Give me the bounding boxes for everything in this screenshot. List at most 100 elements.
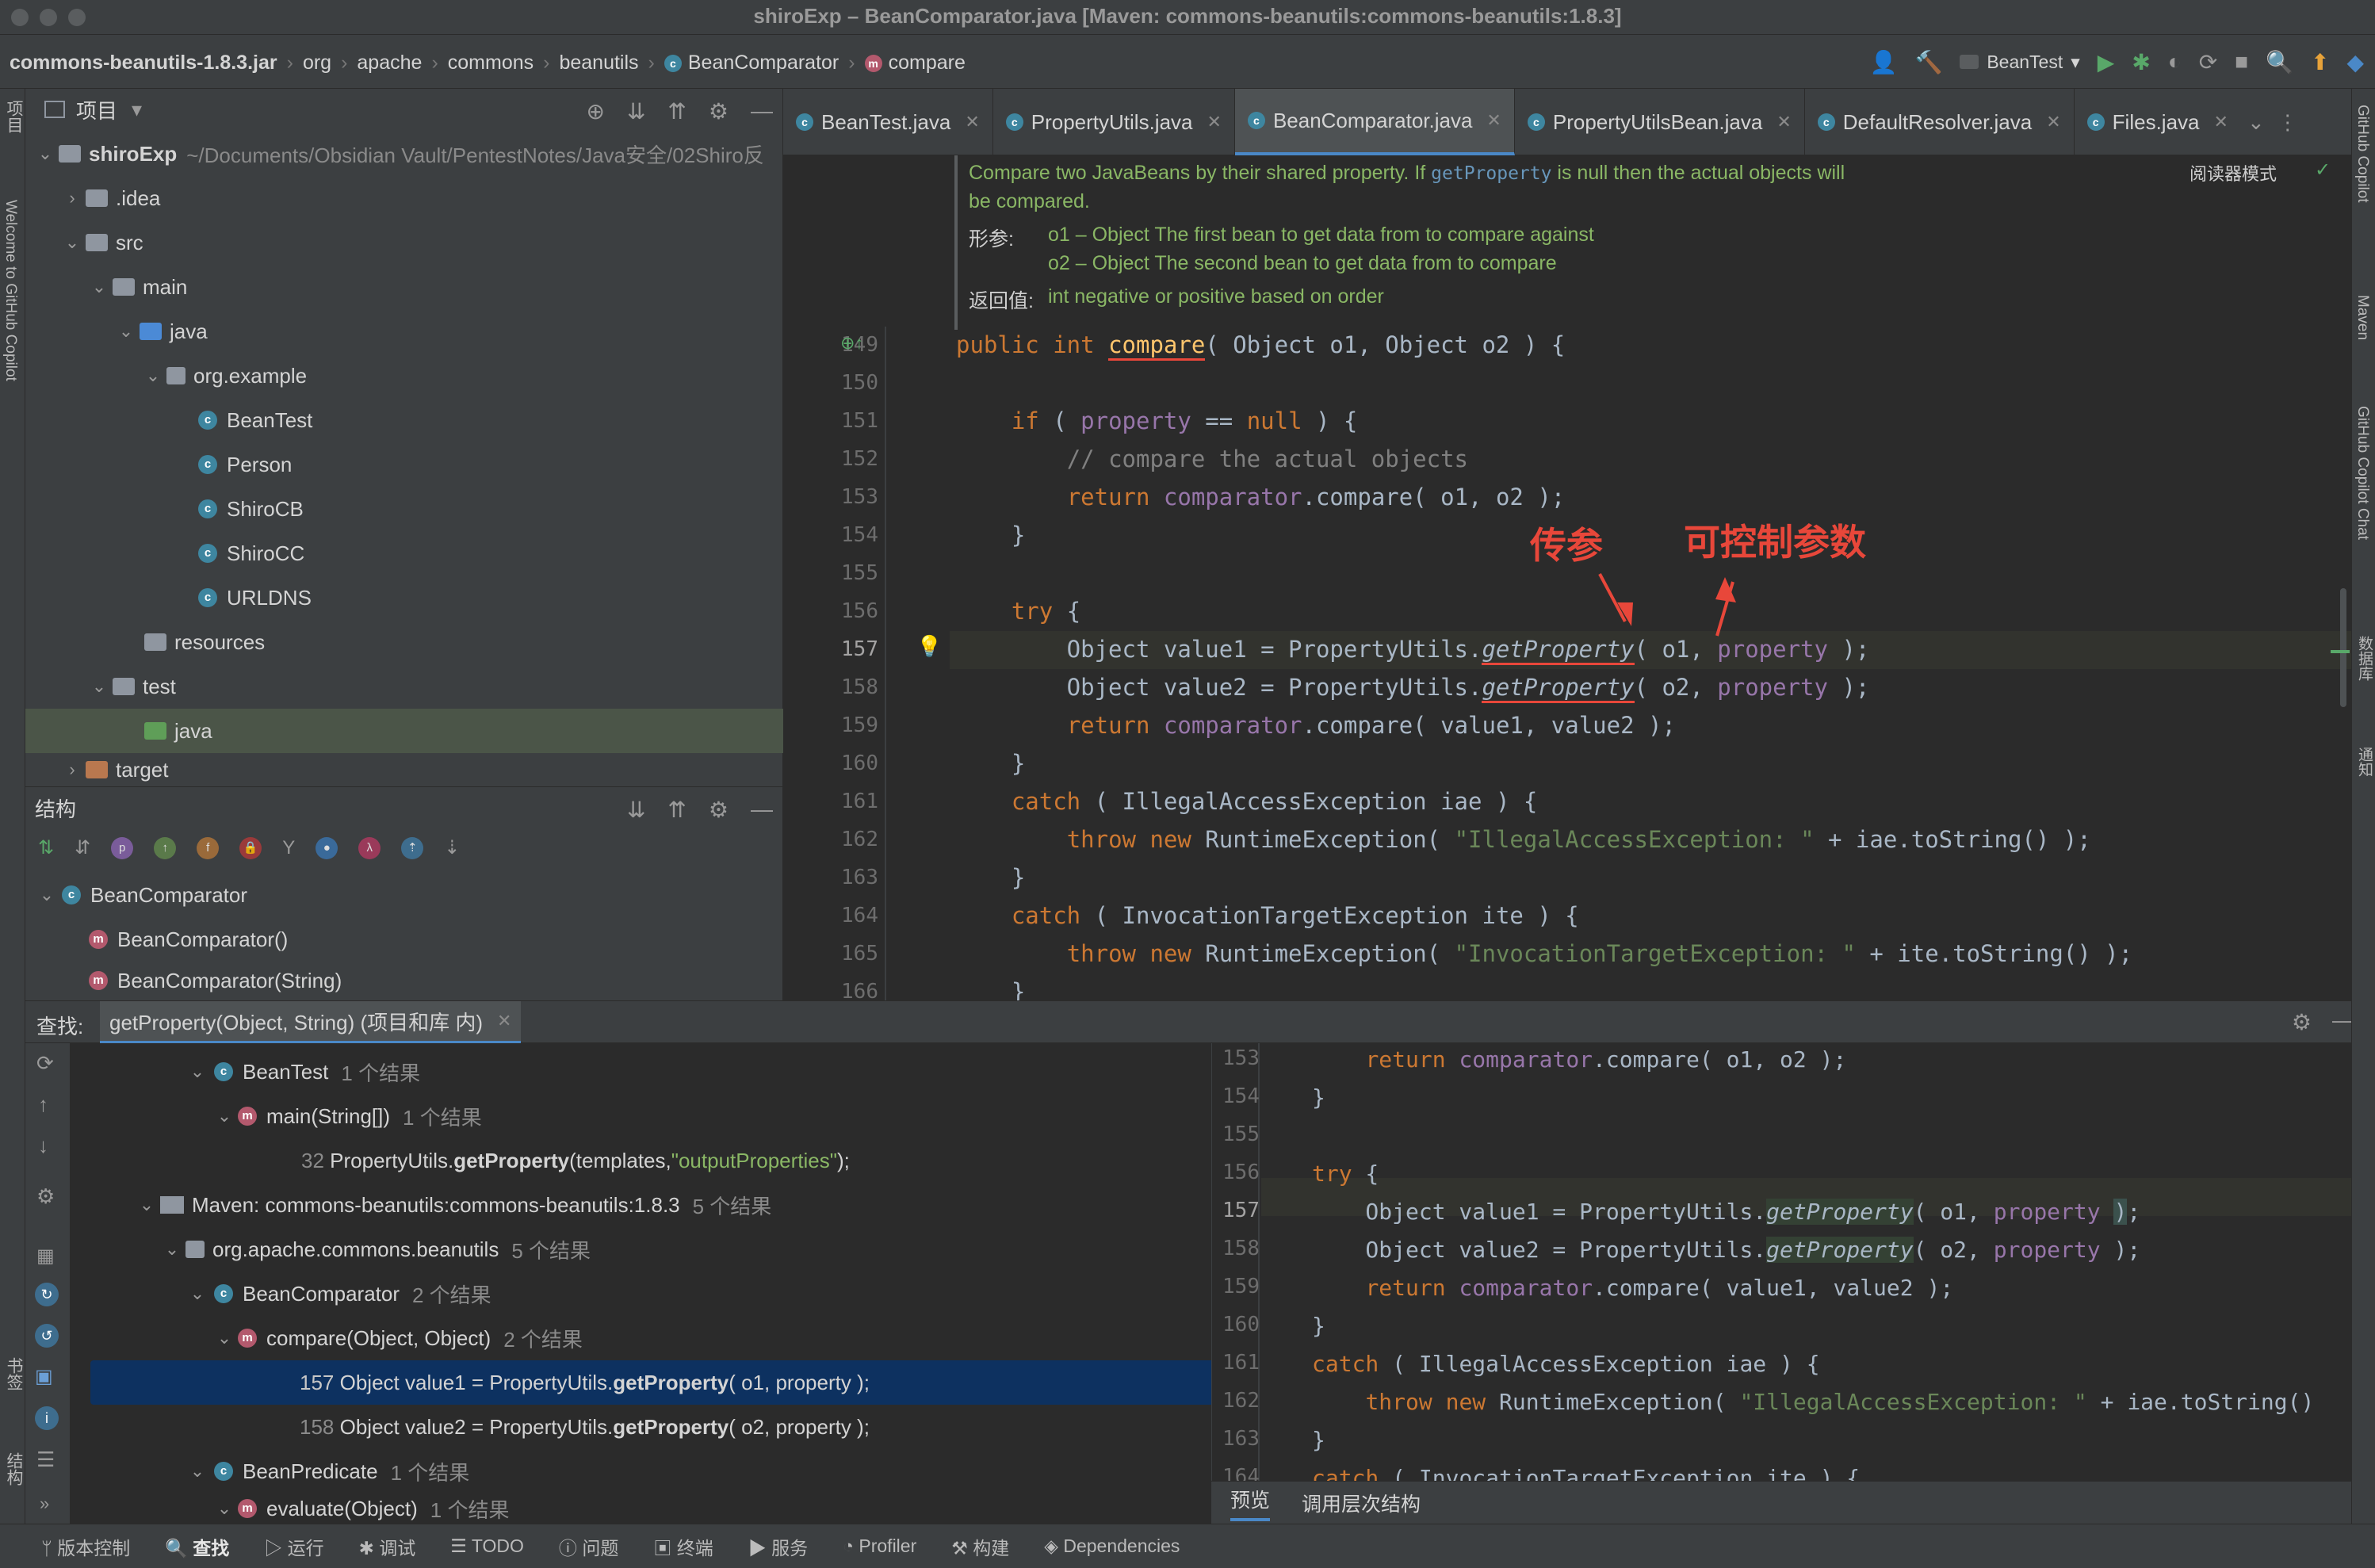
tree-item-src[interactable]: ⌄ src [25, 220, 783, 265]
breadcrumb-org[interactable]: org [303, 52, 331, 75]
tab-beantest[interactable]: c BeanTest.java ✕ [783, 89, 993, 155]
locate-icon[interactable]: ⊕ [586, 98, 604, 124]
find-usage-row[interactable]: 158 Object value2 = PropertyUtils. getPro… [25, 1405, 1211, 1449]
show-read-access-icon[interactable]: ↻ [35, 1283, 59, 1306]
tree-item-resources[interactable]: resources [25, 620, 783, 664]
gear-icon[interactable]: ⚙ [2292, 1009, 2312, 1035]
user-icon[interactable]: 👤 [1870, 49, 1898, 75]
maven-tool-tab[interactable]: Maven [2354, 295, 2371, 340]
run-icon[interactable]: ▶ [2098, 49, 2115, 75]
profile-icon[interactable]: ⟳ [2199, 49, 2217, 75]
show-lambdas-icon[interactable]: Y [282, 837, 295, 859]
tree-item-test-java[interactable]: java [25, 709, 783, 753]
statusbar-build[interactable]: ⚒ 构建 [951, 1533, 1009, 1560]
statusbar-todo[interactable]: ☰ TODO [450, 1535, 524, 1557]
show-write-access-icon[interactable]: ↺ [35, 1324, 59, 1348]
lambda-icon[interactable]: λ [358, 836, 381, 859]
find-results-tab[interactable]: getProperty(Object, String) (项目和库 内) ✕ [100, 1001, 522, 1044]
project-tool-tab[interactable]: 项目 [2, 100, 25, 133]
collapse-all-icon[interactable]: ⇈ [667, 797, 686, 823]
find-row[interactable]: ⌄ m evaluate(Object) 1 个结果 [25, 1493, 1211, 1524]
tab-call-hierarchy[interactable]: 调用层次结构 [1302, 1489, 1421, 1517]
gear-icon[interactable]: ⚙ [709, 797, 729, 823]
debug-icon[interactable]: ✱ [2132, 49, 2150, 75]
tab-beancomparator[interactable]: c BeanComparator.java ✕ [1234, 89, 1515, 155]
chevron-down-icon[interactable]: ⌄ [189, 1283, 206, 1304]
breadcrumb-method[interactable]: compare [889, 52, 966, 75]
chevron-right-icon[interactable]: › [63, 188, 81, 208]
find-row[interactable]: ⌄ m main(String[]) 1 个结果 [25, 1094, 1211, 1138]
chevron-down-icon[interactable]: ⌄ [189, 1061, 206, 1082]
find-row[interactable]: ⌄ c BeanTest 1 个结果 [25, 1050, 1211, 1094]
chevron-down-icon[interactable]: ▾ [132, 98, 142, 122]
tree-item-beantest[interactable]: c BeanTest [25, 398, 783, 442]
chevron-down-icon[interactable]: ⌄ [38, 885, 55, 905]
statusbar-run[interactable]: ▷ 运行 [264, 1533, 323, 1560]
chevron-down-icon[interactable]: ⌄ [36, 143, 54, 164]
chevron-down-icon[interactable]: ⌄ [189, 1461, 206, 1482]
tree-item-java[interactable]: ⌄ java [25, 309, 783, 354]
info-icon[interactable]: i [35, 1406, 59, 1430]
plugin-icon[interactable]: ◆ [2346, 49, 2364, 75]
close-icon[interactable]: ✕ [1776, 112, 1791, 132]
more-options-icon[interactable]: ⋮ [2271, 89, 2304, 155]
statusbar-dependencies[interactable]: ◈ Dependencies [1044, 1535, 1180, 1557]
tree-item-shirocc[interactable]: c ShiroCC [25, 531, 783, 576]
tab-preview[interactable]: 预览 [1230, 1485, 1271, 1521]
find-row[interactable]: ⌄ org.apache.commons.beanutils 5 个结果 [25, 1227, 1211, 1272]
breadcrumb-jar[interactable]: commons-beanutils-1.8.3.jar [10, 52, 277, 75]
search-icon[interactable]: 🔍 [2266, 49, 2293, 75]
breadcrumb-beanutils[interactable]: beanutils [559, 52, 638, 75]
chevron-down-icon[interactable]: ⌄ [117, 321, 135, 342]
gear-icon[interactable]: ⚙ [36, 1184, 55, 1209]
close-icon[interactable]: ✕ [965, 112, 979, 132]
tree-item-urldns[interactable]: c URLDNS [25, 576, 783, 620]
chevron-down-icon[interactable]: ⌄ [216, 1106, 233, 1126]
tree-item-package[interactable]: ⌄ org.example [25, 354, 783, 398]
reader-mode-button[interactable]: 阅读器模式 [2190, 160, 2277, 185]
structure-tool-tab[interactable]: 结构 [2, 1452, 25, 1486]
collapse-all-icon[interactable]: ⇈ [667, 98, 686, 124]
find-row[interactable]: ⌄ c BeanComparator 2 个结果 [25, 1272, 1211, 1316]
more-tabs-icon[interactable]: ⌄ [2241, 89, 2271, 155]
show-inherited-icon[interactable]: ↑ [154, 836, 177, 859]
close-icon[interactable]: ✕ [497, 1011, 511, 1031]
more-icon[interactable]: » [40, 1493, 49, 1514]
chevron-down-icon[interactable]: ⌄ [144, 365, 162, 386]
breadcrumb-commons[interactable]: commons [448, 52, 534, 75]
bookmarks-tool-tab[interactable]: 书签 [2, 1357, 25, 1390]
statusbar-vcs[interactable]: ᛘ 版本控制 [41, 1533, 130, 1560]
copilot-welcome-tab[interactable]: Welcome to GitHub Copilot [2, 200, 19, 381]
chevron-down-icon[interactable]: ⌄ [138, 1195, 155, 1215]
show-anonymous-icon[interactable]: ● [316, 836, 338, 859]
sort-alpha-icon[interactable]: ⇵ [75, 836, 90, 859]
close-icon[interactable]: ✕ [2046, 112, 2060, 132]
chevron-down-icon[interactable]: ⌄ [163, 1239, 181, 1260]
tree-item-target[interactable]: › target [25, 753, 783, 786]
tree-item-main[interactable]: ⌄ main [25, 265, 783, 309]
tree-item-person[interactable]: c Person [25, 442, 783, 487]
close-icon[interactable]: ✕ [1486, 110, 1501, 131]
group-by-icon[interactable]: ▦ [36, 1245, 55, 1268]
update-icon[interactable]: ⬆ [2311, 49, 2329, 75]
copilot-chat-tool-tab[interactable]: GitHub Copilot Chat [2354, 406, 2371, 540]
structure-class-row[interactable]: ⌄ c BeanComparator [25, 873, 783, 917]
chevron-down-icon[interactable]: ⌄ [90, 676, 108, 697]
hide-panel-icon[interactable]: — [751, 797, 773, 823]
expand-all-icon[interactable]: ⇊ [627, 98, 645, 124]
copilot-tool-tab[interactable]: GitHub Copilot [2354, 105, 2371, 203]
hide-panel-icon[interactable]: — [751, 98, 773, 124]
expand-all-icon[interactable]: ⇊ [627, 797, 645, 823]
gear-icon[interactable]: ⚙ [709, 98, 729, 124]
find-row[interactable]: ⌄ Maven: commons-beanutils:commons-beanu… [25, 1183, 1211, 1227]
find-row[interactable]: ⌄ c BeanPredicate 1 个结果 [25, 1449, 1211, 1493]
lightbulb-icon[interactable]: 💡 [916, 634, 942, 659]
tree-root[interactable]: ⌄ shiroExp ~/Documents/Obsidian Vault/Pe… [25, 132, 783, 176]
tab-files[interactable]: c Files.java ✕ [2075, 89, 2241, 155]
statusbar-find[interactable]: 🔍 查找 [165, 1533, 229, 1560]
statusbar-problems[interactable]: ⓘ 问题 [559, 1533, 618, 1560]
database-tool-tab[interactable]: 数据库 [2354, 636, 2375, 681]
close-icon[interactable]: ✕ [1207, 112, 1222, 132]
project-panel-title[interactable]: 项目 [76, 95, 117, 124]
tree-item-test[interactable]: ⌄ test [25, 664, 783, 709]
